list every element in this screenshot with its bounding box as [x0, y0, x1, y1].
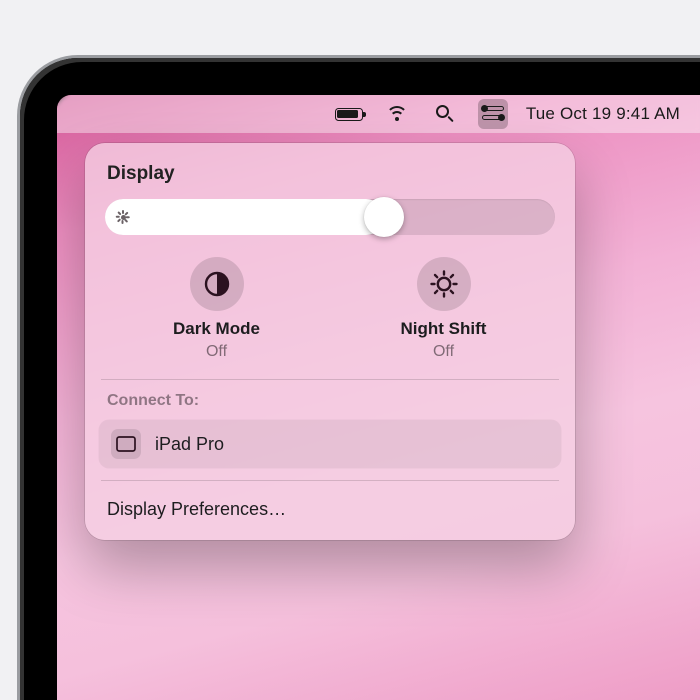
- desktop: Tue Oct 19 9:41 AM Display: [57, 95, 700, 700]
- divider: [101, 379, 559, 380]
- connect-to-label: Connect To:: [107, 392, 553, 410]
- slider-fill: [105, 199, 384, 235]
- connect-device-name: iPad Pro: [155, 434, 224, 455]
- dark-mode-button[interactable]: [190, 257, 244, 311]
- night-shift-state: Off: [433, 343, 454, 361]
- control-center-icon: [482, 106, 504, 122]
- connect-device-row[interactable]: iPad Pro: [99, 420, 561, 468]
- slider-thumb[interactable]: [364, 197, 404, 237]
- battery-status[interactable]: [334, 99, 364, 129]
- brightness-icon: [116, 210, 130, 224]
- dark-mode-icon: [203, 270, 231, 298]
- night-shift-label: Night Shift: [401, 319, 487, 339]
- night-shift-button[interactable]: [417, 257, 471, 311]
- ipad-icon: [111, 429, 141, 459]
- spotlight-button[interactable]: [430, 99, 460, 129]
- display-toggles: Dark Mode Off: [103, 257, 557, 361]
- search-icon: [436, 105, 454, 123]
- dark-mode-label: Dark Mode: [173, 319, 260, 339]
- wifi-icon: [386, 106, 408, 122]
- toggle-dark-mode: Dark Mode Off: [117, 257, 317, 361]
- toggle-night-shift: Night Shift Off: [344, 257, 544, 361]
- device-bezel: Tue Oct 19 9:41 AM Display: [20, 58, 700, 700]
- display-popover: Display: [85, 143, 575, 540]
- popover-title: Display: [107, 163, 553, 185]
- battery-icon: [335, 108, 363, 121]
- control-center-button[interactable]: [478, 99, 508, 129]
- brightness-slider[interactable]: [105, 199, 555, 235]
- dark-mode-state: Off: [206, 343, 227, 361]
- menu-bar: Tue Oct 19 9:41 AM: [57, 95, 700, 133]
- menubar-clock[interactable]: Tue Oct 19 9:41 AM: [526, 99, 680, 129]
- divider: [101, 480, 559, 481]
- display-preferences-link[interactable]: Display Preferences…: [103, 487, 557, 530]
- wifi-status[interactable]: [382, 99, 412, 129]
- night-shift-icon: [429, 269, 459, 299]
